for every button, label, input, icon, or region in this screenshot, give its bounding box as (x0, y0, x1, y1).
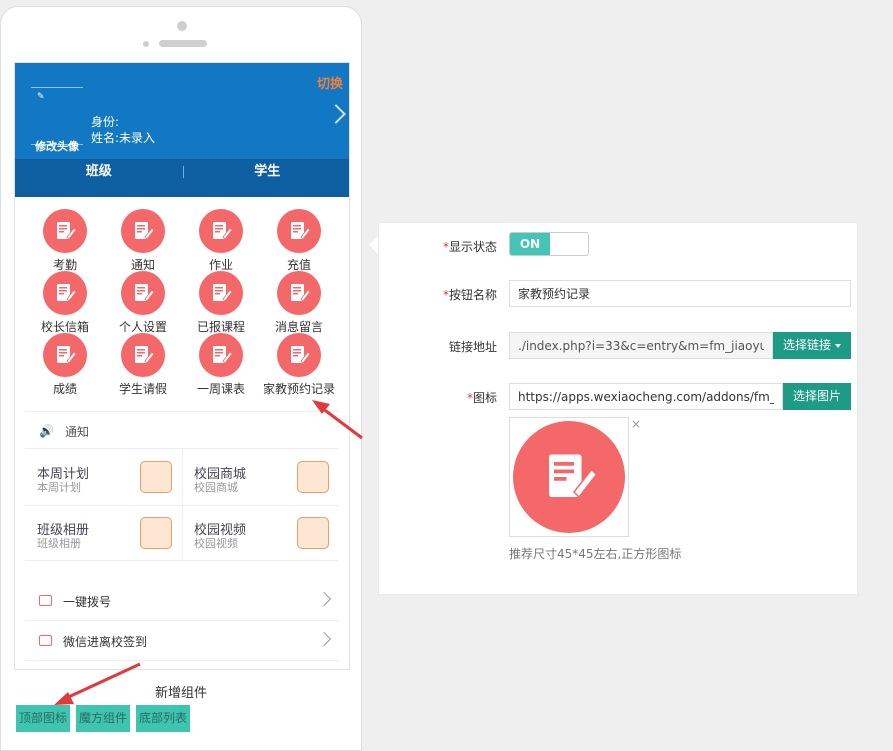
annotation-arrows (54, 400, 363, 705)
arrow-to-last-icon (312, 400, 363, 440)
arrow-to-top-icons-button (54, 662, 141, 705)
